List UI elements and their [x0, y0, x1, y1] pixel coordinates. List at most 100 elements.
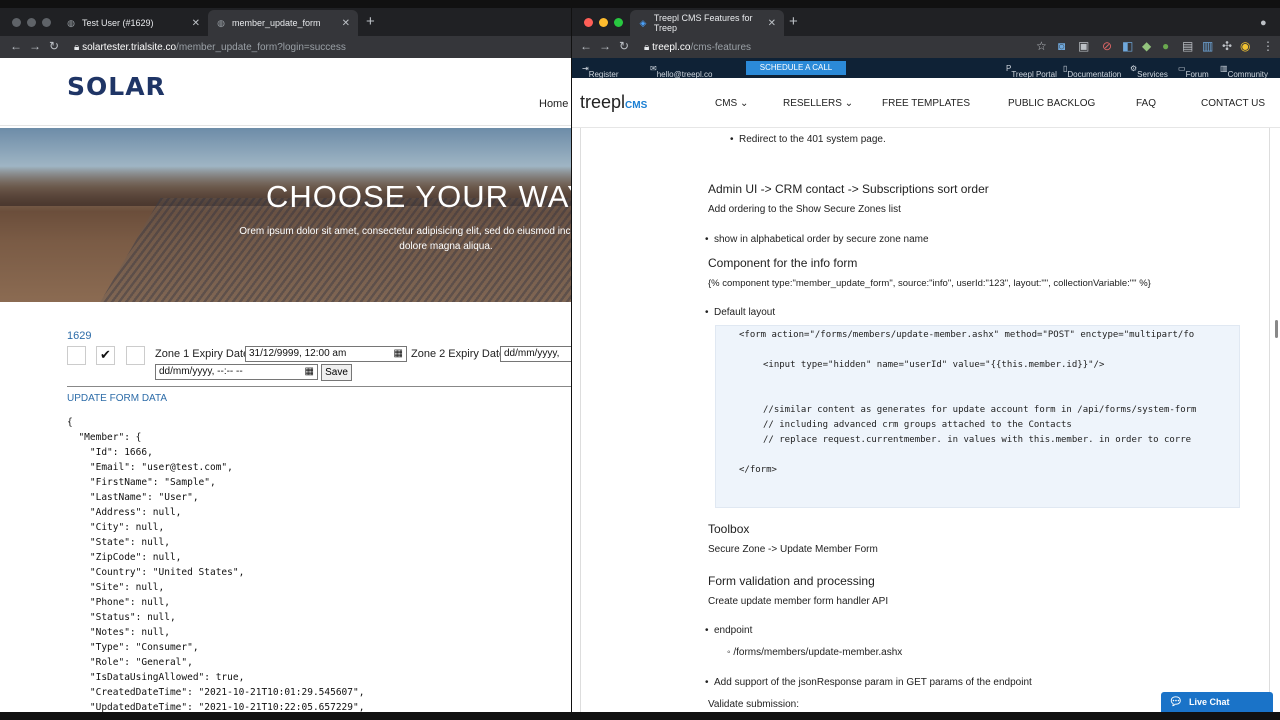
code-block: <form action="/forms/members/update-memb…	[715, 325, 1240, 508]
address-bar[interactable]: 🔒︎ treepl.co/cms-features	[644, 39, 751, 56]
reload-icon[interactable]: ↻	[619, 39, 629, 53]
list-item: Redirect to the 401 system page.	[730, 134, 886, 145]
menu-icon[interactable]: ⋮	[1262, 39, 1274, 53]
zoom-window-button[interactable]	[614, 18, 623, 27]
bookmark-star-icon[interactable]: ☆	[1036, 39, 1047, 53]
logo-text: treepl	[580, 92, 626, 112]
treepl-nav: treeplCMS CMS ⌄ RESELLERS ⌄ FREE TEMPLAT…	[572, 78, 1280, 128]
json-line: "LastName": "User",	[67, 492, 199, 503]
documentation-link[interactable]: ▯ Documentation	[1063, 64, 1121, 79]
forward-icon[interactable]: →	[599, 39, 611, 53]
zone1-date-input[interactable]: 31/12/9999, 12:00 am ▦	[245, 346, 407, 362]
section-heading: Toolbox	[708, 522, 750, 536]
code-line: </form>	[739, 465, 777, 475]
calendar-icon[interactable]: ▦	[394, 348, 403, 359]
solar-logo[interactable]: SOLAR	[67, 72, 166, 101]
globe-icon: ◍	[67, 18, 75, 28]
close-tab-icon[interactable]: ✕	[768, 18, 776, 29]
extension-icon[interactable]: ◧	[1122, 39, 1133, 53]
tab-member-update-form[interactable]: ◍ member_update_form ✕	[208, 10, 358, 36]
nav-free-templates[interactable]: FREE TEMPLATES	[882, 98, 970, 109]
register-link[interactable]: ⇥ Register	[582, 64, 619, 79]
section-heading: Form validation and processing	[708, 574, 875, 588]
desktop-screen: ◍ Test User (#1629) ✕ ◍ member_update_fo…	[0, 0, 1280, 720]
left-browser-window: ◍ Test User (#1629) ✕ ◍ member_update_fo…	[0, 8, 571, 712]
json-line: "Member": {	[67, 432, 142, 443]
tab-test-user[interactable]: ◍ Test User (#1629) ✕	[58, 10, 208, 36]
sub-list-item: ◦ /forms/members/update-member.ashx	[727, 647, 903, 658]
close-tab-icon[interactable]: ✕	[342, 18, 350, 29]
nav-resellers[interactable]: RESELLERS ⌄	[783, 98, 853, 109]
extension-icon[interactable]: ◙	[1058, 39, 1065, 53]
new-tab-button[interactable]: +	[366, 14, 375, 29]
json-line: "Notes": null,	[67, 627, 170, 638]
treepl-favicon-icon: ◈	[639, 18, 647, 28]
save-button[interactable]: Save	[321, 364, 352, 381]
nav-cms[interactable]: CMS ⌄	[715, 98, 748, 109]
nav-home-link[interactable]: Home	[539, 98, 568, 110]
services-link[interactable]: ⚙ Services	[1130, 64, 1168, 79]
back-icon[interactable]: ←	[10, 39, 22, 53]
json-line: "City": null,	[67, 522, 165, 533]
portal-link[interactable]: P Treepl Portal	[1006, 64, 1057, 79]
section-text: Validate submission:	[708, 699, 799, 710]
zone2-label: Zone 2 Expiry Date	[411, 348, 506, 360]
avatar[interactable]: ◉	[1240, 39, 1250, 53]
zone-checkbox-2[interactable]	[96, 346, 115, 365]
tab-search-icon[interactable]: ●	[1260, 16, 1267, 31]
right-toolbar: ← → ↻ 🔒︎ treepl.co/cms-features ☆ ◙ ▣ ⊘ …	[572, 36, 1280, 58]
right-tab-bar: ◈ Treepl CMS Features for Treep ✕ + ●	[572, 8, 1280, 36]
forward-icon[interactable]: →	[29, 39, 41, 53]
json-line: "UpdatedDateTime": "2021-10-21T10:22:05.…	[67, 702, 365, 712]
zone2-date-value: dd/mm/yyyy,	[504, 348, 560, 359]
zone3-date-value: dd/mm/yyyy, --:-- --	[159, 366, 243, 377]
json-line: "Role": "General",	[67, 657, 193, 668]
nav-contact-us[interactable]: CONTACT US	[1201, 98, 1265, 109]
close-window-button[interactable]	[12, 18, 21, 27]
new-tab-button[interactable]: +	[789, 14, 798, 29]
extension-icon[interactable]: ⊘	[1102, 39, 1112, 53]
extension-icon[interactable]: ▤	[1182, 39, 1193, 53]
back-icon[interactable]: ←	[580, 39, 592, 53]
page-scrollbar[interactable]	[1275, 320, 1278, 338]
treepl-logo[interactable]: treeplCMS	[580, 92, 647, 113]
live-chat-button[interactable]: 💬︎ Live Chat	[1161, 692, 1273, 712]
reload-icon[interactable]: ↻	[49, 39, 59, 53]
extension-icon[interactable]: ●	[1162, 39, 1169, 53]
live-chat-label: Live Chat	[1189, 697, 1230, 707]
schedule-call-button[interactable]: SCHEDULE A CALL	[746, 61, 846, 75]
close-window-button[interactable]	[584, 18, 593, 27]
puzzle-icon[interactable]: ✣	[1222, 39, 1232, 53]
section-text: Add ordering to the Show Secure Zones li…	[708, 204, 901, 215]
json-line: {	[67, 417, 73, 428]
forum-link[interactable]: ▭ Forum	[1178, 64, 1209, 79]
list-item: Add support of the jsonResponse param in…	[705, 677, 1032, 688]
minimize-window-button[interactable]	[599, 18, 608, 27]
logo-cms: CMS	[625, 100, 648, 111]
address-bar[interactable]: 🔒︎ solartester.trialsite.co/member_updat…	[74, 39, 346, 56]
zone-checkbox-3[interactable]	[126, 346, 145, 365]
member-id-link[interactable]: 1629	[67, 330, 91, 342]
zone3-date-input[interactable]: dd/mm/yyyy, --:-- -- ▦	[155, 364, 318, 380]
email-link[interactable]: ✉ hello@treepl.co	[650, 64, 712, 79]
translate-icon[interactable]: ▥	[1202, 39, 1213, 53]
tab-treepl-cms[interactable]: ◈ Treepl CMS Features for Treep ✕	[630, 10, 784, 36]
json-line: "Site": null,	[67, 582, 165, 593]
section-text: Secure Zone -> Update Member Form	[708, 544, 878, 555]
zone-checkbox-1[interactable]	[67, 346, 86, 365]
extension-icon[interactable]: ▣	[1078, 39, 1089, 53]
zoom-window-button[interactable]	[42, 18, 51, 27]
nav-public-backlog[interactable]: PUBLIC BACKLOG	[1008, 98, 1095, 109]
community-link[interactable]: ▥ Community	[1220, 64, 1268, 79]
nav-faq[interactable]: FAQ	[1136, 98, 1156, 109]
lock-icon: 🔒︎	[74, 42, 83, 53]
json-line: "Phone": null,	[67, 597, 170, 608]
extension-icon[interactable]: ◆	[1142, 39, 1151, 53]
close-tab-icon[interactable]: ✕	[192, 18, 200, 29]
list-item: endpoint	[705, 625, 752, 636]
zone2-date-input[interactable]: dd/mm/yyyy,	[500, 346, 571, 362]
tab-title: member_update_form	[232, 18, 321, 28]
minimize-window-button[interactable]	[27, 18, 36, 27]
calendar-icon[interactable]: ▦	[305, 366, 314, 377]
url-host: solartester.trialsite.co	[82, 42, 177, 53]
